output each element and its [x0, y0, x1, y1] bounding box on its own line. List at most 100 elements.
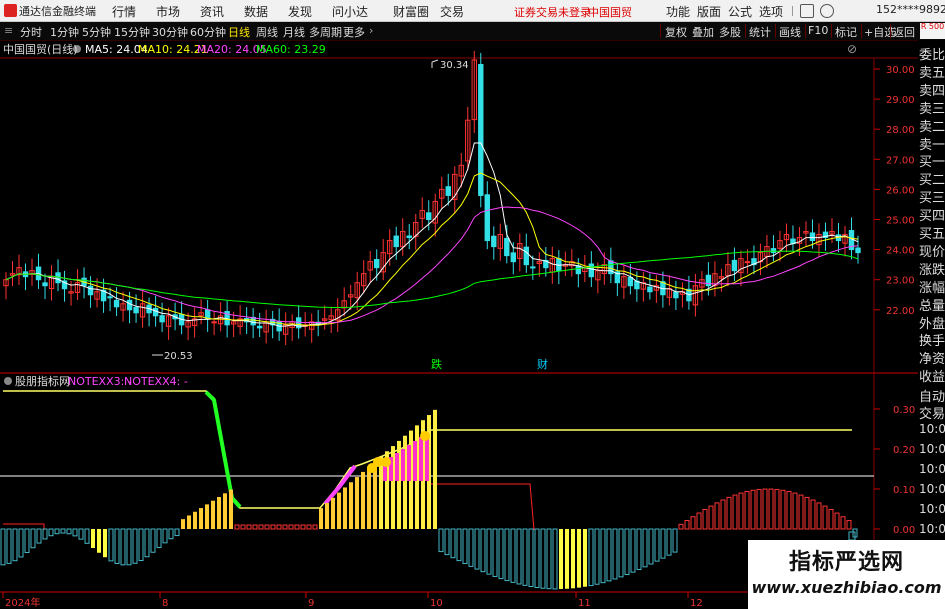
user-icon[interactable] — [820, 4, 834, 18]
date-tick-label: 8 — [162, 598, 168, 609]
indicator-bar — [294, 524, 300, 530]
indicator-bar — [468, 528, 474, 567]
indicator-bar — [559, 529, 563, 589]
period-15min[interactable]: 15分钟 — [114, 24, 150, 40]
menu-options[interactable]: 选项 — [759, 3, 783, 20]
indicator-bar — [780, 489, 786, 530]
period-5min[interactable]: 5分钟 — [82, 24, 111, 40]
period-weekly[interactable]: 周线 — [256, 24, 278, 40]
indicator-tick-label: 0.20 — [893, 445, 915, 456]
indicator-bar — [444, 528, 450, 556]
indicator-bar — [732, 494, 738, 530]
event-mark-finance[interactable]: 财 — [537, 357, 548, 371]
indicator-bar — [288, 524, 294, 530]
btn-multi-stock[interactable]: 多股 — [719, 24, 741, 40]
indicator-bar — [768, 488, 774, 530]
magenta-bar — [413, 441, 417, 481]
quote-field-label: 总量 — [919, 298, 945, 314]
quote-field-label: 卖五 — [919, 65, 945, 81]
btn-overlay[interactable]: 叠加 — [692, 24, 714, 40]
indicator-axis: 0.30 0.20 0.10 0.00 — [874, 405, 915, 536]
indicator-bar — [30, 528, 36, 549]
candle-body — [126, 299, 133, 311]
indicator-tick-label: 0.00 — [893, 525, 915, 536]
menu-function[interactable]: 功能 — [666, 3, 690, 20]
price-tick-label: 24.00 — [886, 246, 915, 257]
menu-market[interactable]: 市场 — [156, 3, 180, 20]
menu-news[interactable]: 资讯 — [200, 3, 224, 20]
indicator-bar — [229, 489, 233, 529]
candle-body — [426, 212, 432, 220]
indicator-bar — [834, 512, 840, 530]
indicator-bar — [534, 528, 540, 588]
indicator-bar — [84, 528, 90, 544]
menu-trade[interactable]: 交易 — [440, 3, 464, 20]
candle-body — [406, 235, 412, 239]
account-id[interactable]: 152****9892 — [876, 3, 945, 16]
smiley-icon — [381, 457, 391, 467]
candle-body — [374, 259, 380, 269]
indicator-bar — [654, 528, 660, 562]
indicator-bar — [744, 490, 750, 530]
candle-body — [504, 237, 510, 257]
indicator-bar — [714, 502, 720, 530]
btn-mark[interactable]: 标记 — [835, 24, 857, 40]
period-monthly[interactable]: 月线 — [283, 24, 305, 40]
indicator-bar — [804, 496, 810, 530]
trade-label[interactable]: 交易 — [919, 403, 945, 422]
price-tick-label: 28.00 — [886, 125, 915, 136]
period-intraday[interactable]: 分时 — [20, 24, 42, 40]
indicator-bar — [199, 508, 203, 529]
indicator-bar — [325, 502, 329, 529]
candle-body — [673, 291, 679, 299]
message-icon[interactable] — [800, 4, 814, 18]
btn-f10[interactable]: F10 — [808, 24, 828, 37]
indicator-bar — [565, 529, 569, 589]
ma60-legend: MA60: 23.29 — [256, 43, 326, 56]
btn-statistics[interactable]: 统计 — [749, 24, 771, 40]
chart-canvas[interactable]: 30.00 29.00 28.00 27.00 26.00 25.00 24.00 23.00… — [0, 40, 945, 609]
menu-wealth[interactable]: 财富圈 — [393, 3, 429, 20]
pin-icon[interactable]: ⊘ — [847, 42, 857, 56]
btn-back[interactable]: 返回 — [893, 24, 915, 40]
period-more[interactable]: 更多 — [343, 24, 365, 40]
btn-adjust[interactable]: 复权 — [665, 24, 687, 40]
btn-draw[interactable]: 画线 — [779, 24, 801, 40]
quote-field-label: 收益 — [919, 370, 945, 386]
candlesticks — [3, 50, 861, 346]
tick-time: 10:05 — [919, 462, 945, 476]
indicator-bar — [78, 528, 84, 540]
period-1min[interactable]: 1分钟 — [50, 24, 79, 40]
indicator-bar — [234, 524, 240, 530]
trade-login-status[interactable]: 证券交易未登录 — [514, 4, 591, 20]
period-multi[interactable]: 多周期 — [309, 24, 342, 40]
menu-ask[interactable]: 问小达 — [332, 3, 368, 20]
menu-dropdown-icon[interactable]: ≡ — [4, 24, 13, 37]
indicator-settings-icon[interactable] — [4, 377, 12, 385]
price-tick-label: 30.00 — [886, 65, 915, 76]
indicator-bar — [666, 528, 672, 556]
tick-time: 10:05 — [919, 422, 945, 436]
period-60min[interactable]: 60分钟 — [190, 24, 226, 40]
menu-quotes[interactable]: 行情 — [112, 3, 136, 20]
indicator-bar — [433, 409, 437, 529]
indicator-bar — [66, 528, 72, 535]
indicator-bar — [690, 516, 696, 530]
indicator-bar — [528, 528, 534, 588]
menu-layout[interactable]: 版面 — [697, 3, 721, 20]
indicator-bar — [181, 519, 185, 529]
quote-field-label: 卖四 — [919, 83, 945, 99]
menu-data[interactable]: 数据 — [244, 3, 268, 20]
indicator-bars — [0, 390, 874, 590]
chevron-right-icon[interactable]: › — [369, 24, 373, 37]
indicator-bar — [54, 528, 60, 535]
menu-discover[interactable]: 发现 — [288, 3, 312, 20]
indicator-bar — [702, 508, 708, 530]
menu-formula[interactable]: 公式 — [728, 3, 752, 20]
date-axis: 2024年 8 9 10 11 12 — [2, 592, 703, 609]
event-mark-fall[interactable]: 跌 — [431, 357, 442, 371]
price-axis: 30.00 29.00 28.00 27.00 26.00 25.00 24.00 23.00… — [874, 65, 915, 317]
indicator-bar — [114, 528, 120, 565]
period-daily[interactable]: 日线 — [228, 24, 250, 40]
period-30min[interactable]: 30分钟 — [152, 24, 188, 40]
